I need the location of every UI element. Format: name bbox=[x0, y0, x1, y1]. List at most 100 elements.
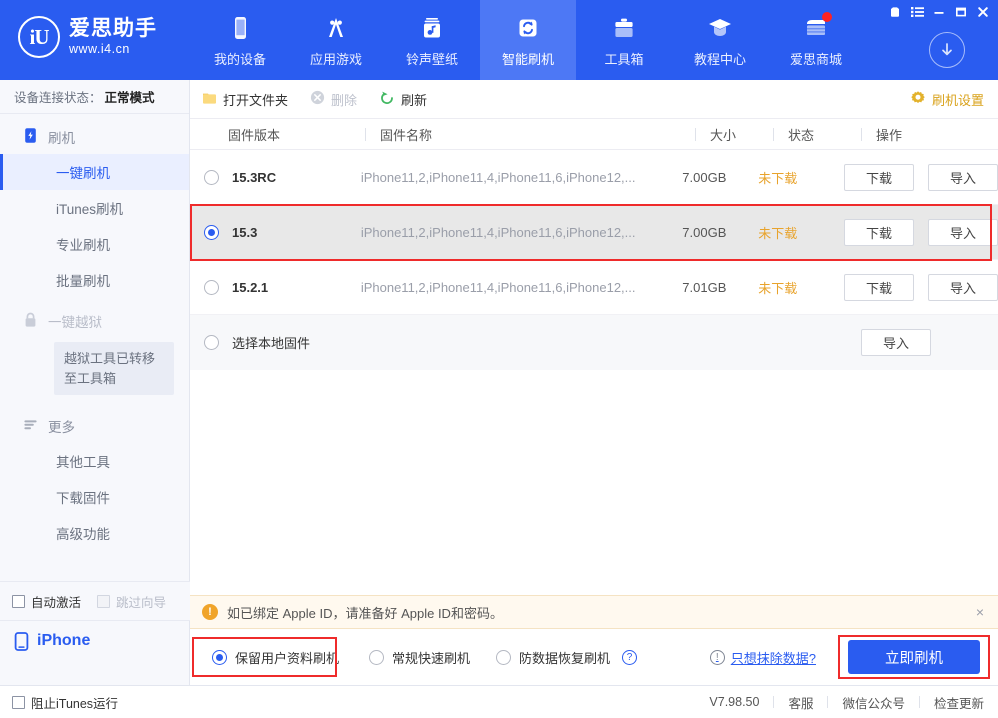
customer-service-link[interactable]: 客服 bbox=[774, 693, 827, 712]
sidebar-item-advanced-features[interactable]: 高级功能 bbox=[0, 515, 189, 551]
close-icon[interactable] bbox=[972, 3, 994, 20]
mode-label: 保留用户资料刷机 bbox=[235, 650, 340, 666]
sidebar-item-label: iTunes刷机 bbox=[56, 202, 124, 217]
table-header-size: 大小 bbox=[695, 119, 773, 149]
column-label: 大小 bbox=[710, 127, 737, 143]
sidebar-group-more: 更多 其他工具 下载固件 高级功能 bbox=[0, 403, 189, 551]
mode-radio[interactable] bbox=[496, 649, 512, 665]
sidebar-group-header-jailbreak: 一键越狱 bbox=[0, 304, 189, 338]
nav-item-toolbox[interactable]: 工具箱 bbox=[576, 0, 672, 80]
firmware-version: 15.3 bbox=[232, 224, 258, 240]
mode-normal-fast[interactable]: 常规快速刷机 bbox=[369, 648, 470, 667]
checkbox-block-itunes[interactable]: 阻止iTunes运行 bbox=[12, 693, 118, 712]
mode-radio[interactable] bbox=[212, 649, 227, 665]
nav-item-ringtones-wallpaper[interactable]: 铃声壁纸 bbox=[384, 0, 480, 80]
sidebar-connected-device[interactable]: iPhone bbox=[0, 621, 190, 685]
device-name: iPhone bbox=[37, 632, 91, 649]
download-arrow-icon[interactable] bbox=[929, 32, 965, 68]
column-divider bbox=[861, 127, 862, 141]
column-divider bbox=[695, 127, 696, 141]
local-firmware-row[interactable]: 选择本地固件 导入 bbox=[190, 315, 998, 370]
sidebar-group-label: 更多 bbox=[48, 420, 75, 435]
notice-text: 如已绑定 Apple ID，请准备好 Apple ID和密码。 bbox=[227, 605, 503, 621]
wechat-link[interactable]: 微信公众号 bbox=[828, 693, 919, 712]
erase-data-link[interactable]: ! 只想抹除数据? bbox=[709, 648, 816, 667]
folder-icon bbox=[202, 91, 217, 108]
firmware-size: 7.01GB bbox=[682, 279, 727, 295]
column-label: 操作 bbox=[876, 127, 903, 143]
sidebar-item-batch-flash[interactable]: 批量刷机 bbox=[0, 262, 189, 298]
info-icon: ! bbox=[709, 649, 725, 665]
flash-settings-label: 刷机设置 bbox=[931, 92, 984, 108]
row-radio[interactable] bbox=[204, 224, 219, 240]
firmware-size: 7.00GB bbox=[682, 169, 727, 185]
open-folder-button[interactable]: 打开文件夹 bbox=[202, 90, 288, 109]
sidebar-item-label: 高级功能 bbox=[56, 527, 110, 542]
maximize-icon[interactable] bbox=[950, 3, 972, 20]
row-radio[interactable] bbox=[204, 335, 219, 350]
table-header-name: 固件名称 bbox=[365, 119, 695, 149]
nav-item-tutorial-center[interactable]: 教程中心 bbox=[672, 0, 768, 80]
refresh-button[interactable]: 刷新 bbox=[379, 90, 427, 109]
column-label: 状态 bbox=[788, 127, 815, 143]
firmware-version: 15.3RC bbox=[232, 169, 277, 185]
brand-url: www.i4.cn bbox=[69, 41, 130, 56]
menu-icon[interactable] bbox=[906, 3, 928, 20]
mode-radio[interactable] bbox=[369, 649, 385, 665]
delete-button: 删除 bbox=[310, 90, 357, 109]
row-actions: 下载 导入 bbox=[844, 218, 998, 246]
mode-anti-recovery[interactable]: 防数据恢复刷机 ? bbox=[496, 648, 638, 667]
nav-item-label: 铃声壁纸 bbox=[405, 51, 458, 67]
table-row[interactable]: 15.3 iPhone11,2,iPhone11,4,iPhone11,6,iP… bbox=[190, 205, 998, 260]
sidebar-item-download-firmware[interactable]: 下载固件 bbox=[0, 479, 189, 515]
status-badge: 未下载 bbox=[758, 280, 798, 296]
minimize-icon[interactable] bbox=[928, 3, 950, 20]
nav-item-my-device[interactable]: 我的设备 bbox=[192, 0, 288, 80]
nav-item-label: 我的设备 bbox=[213, 51, 266, 67]
sidebar-item-other-tools[interactable]: 其他工具 bbox=[0, 443, 189, 479]
skin-icon[interactable] bbox=[884, 3, 906, 20]
close-icon[interactable]: × bbox=[976, 604, 984, 620]
warning-icon: ! bbox=[202, 604, 218, 620]
row-version-cell: 15.2.1 bbox=[190, 279, 361, 295]
row-version-cell: 15.3 bbox=[190, 224, 361, 240]
import-button[interactable]: 导入 bbox=[928, 218, 998, 246]
nav-item-smart-flash[interactable]: 智能刷机 bbox=[480, 0, 576, 80]
sidebar-item-label: 下载固件 bbox=[56, 491, 110, 506]
import-button[interactable]: 导入 bbox=[928, 273, 998, 301]
appstore-icon bbox=[321, 13, 351, 43]
table-row[interactable]: 15.3RC iPhone11,2,iPhone11,4,iPhone11,6,… bbox=[190, 150, 998, 205]
import-button[interactable]: 导入 bbox=[861, 329, 931, 356]
sidebar-item-pro-flash[interactable]: 专业刷机 bbox=[0, 226, 189, 262]
refresh-label: 刷新 bbox=[401, 92, 428, 108]
flash-now-button[interactable]: 立即刷机 bbox=[848, 640, 980, 674]
row-radio[interactable] bbox=[204, 279, 219, 295]
import-button[interactable]: 导入 bbox=[928, 163, 998, 191]
table-header-version: 固件版本 bbox=[190, 119, 365, 149]
row-radio[interactable] bbox=[204, 169, 219, 185]
firmware-size: 7.00GB bbox=[682, 224, 727, 240]
checkbox-skip-setup[interactable]: 跳过向导 bbox=[97, 592, 166, 611]
flash-settings-button[interactable]: 刷机设置 bbox=[910, 90, 984, 109]
sidebar-item-one-key-flash[interactable]: 一键刷机 bbox=[0, 154, 189, 190]
table-row[interactable]: 15.2.1 iPhone11,2,iPhone11,4,iPhone11,6,… bbox=[190, 260, 998, 315]
brand-logo-area: iU 爱思助手 www.i4.cn bbox=[0, 0, 180, 58]
mode-keep-user-data[interactable]: 保留用户资料刷机 bbox=[212, 648, 339, 667]
nav-item-label: 爱思商城 bbox=[789, 51, 842, 67]
checkbox-label: 阻止iTunes运行 bbox=[31, 696, 119, 711]
list-icon bbox=[22, 416, 39, 436]
download-button[interactable]: 下载 bbox=[844, 163, 914, 191]
checkbox-auto-activate[interactable]: 自动激活 bbox=[12, 592, 81, 611]
help-icon[interactable]: ? bbox=[622, 649, 638, 665]
download-button[interactable]: 下载 bbox=[844, 273, 914, 301]
top-navigation-bar: iU 爱思助手 www.i4.cn 我的设备 应用游戏 铃声壁纸 智能刷机 工具… bbox=[0, 0, 998, 80]
download-button[interactable]: 下载 bbox=[844, 218, 914, 246]
nav-item-label: 工具箱 bbox=[604, 51, 644, 67]
nav-item-store[interactable]: 爱思商城 bbox=[768, 0, 864, 80]
nav-item-apps-games[interactable]: 应用游戏 bbox=[288, 0, 384, 80]
sidebar-item-itunes-flash[interactable]: iTunes刷机 bbox=[0, 190, 189, 226]
check-update-link[interactable]: 检查更新 bbox=[920, 693, 984, 712]
flash-action-bar: 保留用户资料刷机 常规快速刷机 防数据恢复刷机 ? ! 只想抹除数据? 立即刷机 bbox=[190, 629, 998, 685]
firmware-name: iPhone11,2,iPhone11,4,iPhone11,6,iPhone1… bbox=[360, 224, 636, 240]
phone-icon bbox=[14, 632, 29, 656]
